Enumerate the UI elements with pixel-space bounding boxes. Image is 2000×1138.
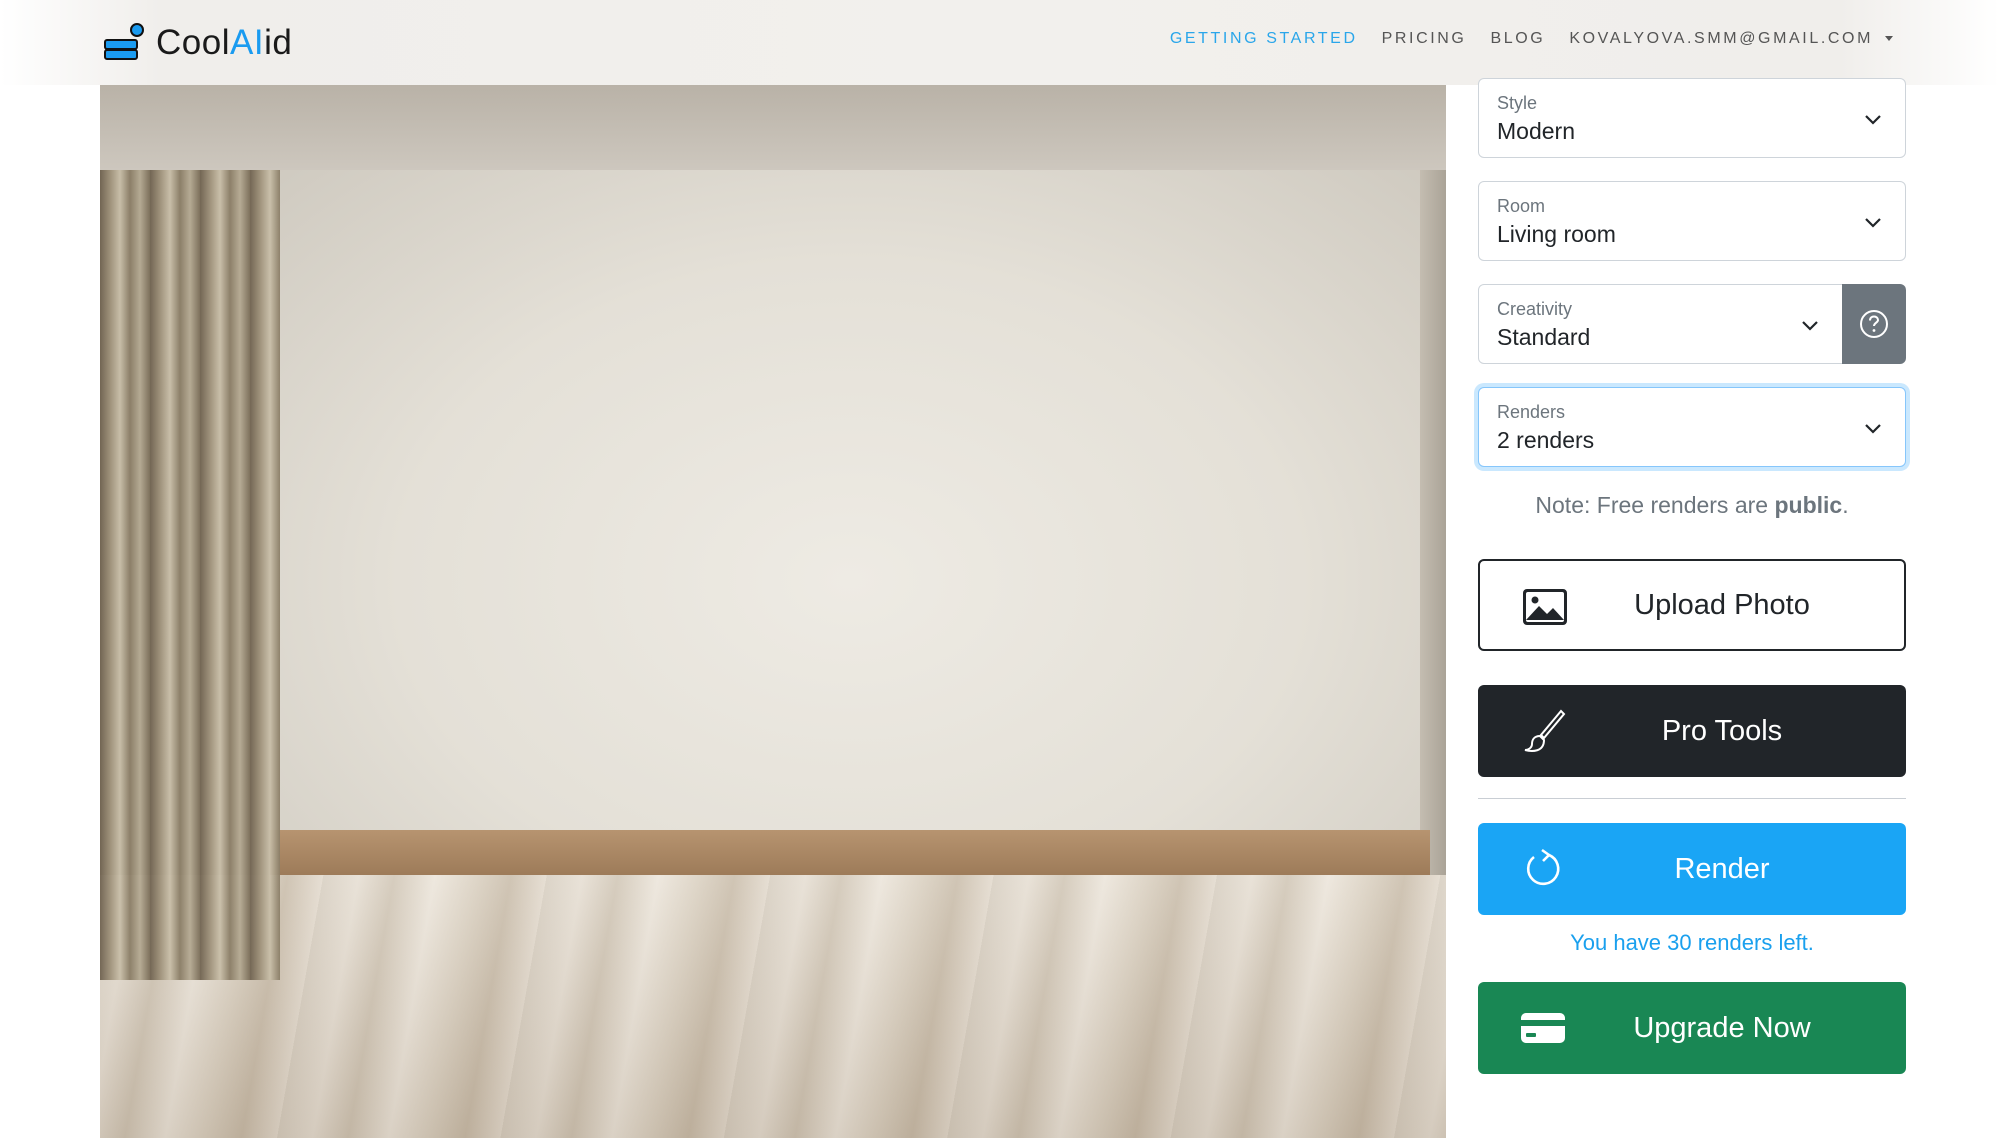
style-label: Style (1497, 93, 1538, 113)
upgrade-now-button[interactable]: Upgrade Now (1478, 982, 1906, 1074)
creativity-select[interactable]: Creativity Standard (1478, 284, 1843, 364)
brand-icon (104, 23, 144, 60)
nav-getting-started[interactable]: GETTING STARTED (1170, 30, 1358, 48)
brush-icon (1524, 709, 1566, 752)
nav-account-menu[interactable]: KOVALYOVA.SMM@GMAIL.COM (1569, 30, 1893, 48)
room-wall (270, 170, 1430, 915)
navbar: CoolAIid GETTING STARTED PRICING BLOG KO… (0, 0, 2000, 85)
nav-links: GETTING STARTED PRICING BLOG KOVALYOVA.S… (1170, 30, 1893, 48)
question-circle-icon (1860, 310, 1888, 338)
credit-card-icon (1521, 1013, 1565, 1043)
renders-left-text: You have 30 renders left. (1570, 930, 1814, 955)
creativity-label: Creativity (1497, 299, 1573, 319)
style-value: Modern (1497, 118, 1575, 144)
upload-photo-button[interactable]: Upload Photo (1478, 559, 1906, 651)
room-curtain (100, 170, 280, 980)
style-select[interactable]: Style Modern (1478, 78, 1906, 158)
chevron-down-icon (1865, 218, 1881, 228)
room-value: Living room (1497, 221, 1616, 247)
image-icon (1523, 589, 1567, 625)
chevron-down-icon (1865, 115, 1881, 125)
chevron-down-icon (1802, 321, 1818, 331)
renders-select[interactable]: Renders 2 renders (1478, 387, 1906, 467)
caret-down-icon (1885, 36, 1893, 42)
chevron-down-icon (1865, 424, 1881, 434)
refresh-icon (1526, 848, 1560, 886)
room-ceiling (100, 85, 1446, 170)
nav-pricing[interactable]: PRICING (1382, 30, 1467, 48)
renders-label: Renders (1497, 402, 1566, 422)
room-label: Room (1497, 196, 1546, 216)
brand-name: CoolAIid (156, 23, 293, 62)
section-divider (1478, 798, 1906, 799)
brand-logo[interactable]: CoolAIid (104, 20, 292, 66)
room-baseboard (270, 830, 1430, 877)
room-floor-shade (100, 875, 1446, 1138)
nav-blog[interactable]: BLOG (1490, 30, 1545, 48)
pro-tools-button[interactable]: Pro Tools (1478, 685, 1906, 777)
room-select[interactable]: Room Living room (1478, 181, 1906, 261)
free-renders-note: Note: Free renders are public. (1535, 492, 1849, 518)
renders-value: 2 renders (1497, 427, 1595, 453)
creativity-value: Standard (1497, 324, 1591, 350)
creativity-help-button[interactable] (1842, 284, 1906, 364)
render-button[interactable]: Render (1478, 823, 1906, 915)
room-preview-image (100, 85, 1446, 1138)
